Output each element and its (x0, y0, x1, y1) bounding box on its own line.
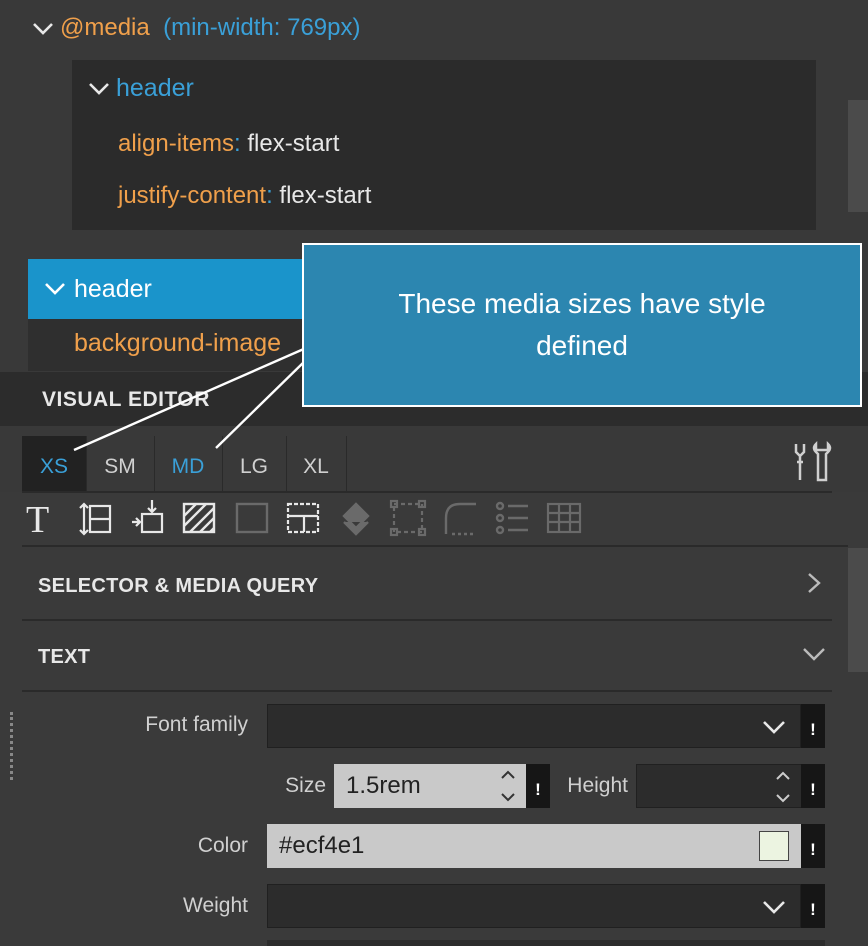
important-toggle[interactable]: ! (801, 884, 825, 928)
declaration-colon: : (234, 130, 241, 157)
stepper-icon[interactable] (500, 768, 516, 804)
chevron-down-icon (803, 648, 825, 661)
box-icon[interactable] (388, 496, 428, 540)
declaration-row[interactable]: align-items: flex-start (118, 130, 339, 158)
divider (22, 491, 832, 493)
declaration-property: background-image (74, 329, 282, 357)
breakpoint-label: SM (104, 455, 136, 478)
declaration-value: flex-start (247, 130, 340, 157)
section-selector-media-query[interactable]: SELECTOR & MEDIA QUERY (22, 549, 832, 621)
breakpoint-tab-sm[interactable]: SM (86, 436, 155, 492)
scrollbar-thumb[interactable] (848, 100, 868, 212)
flex-icon[interactable] (336, 496, 376, 540)
media-rule-header[interactable]: @media (min-width: 769px) (32, 14, 360, 42)
breakpoint-label: MD (171, 455, 205, 478)
section-title: SELECTOR & MEDIA QUERY (38, 575, 319, 597)
size-input[interactable]: 1.5rem (334, 764, 526, 808)
declaration-row[interactable]: justify-content: flex-start (118, 182, 371, 210)
breakpoint-tab-md[interactable]: MD (154, 436, 223, 492)
property-toolbar: T (20, 496, 620, 542)
tools-icon[interactable] (790, 440, 834, 484)
corner-radius-icon[interactable] (440, 496, 480, 540)
spacing-icon[interactable] (76, 496, 116, 540)
font-weight-select[interactable] (267, 884, 801, 928)
color-label: Color (197, 834, 248, 857)
chevron-down-icon (763, 901, 785, 914)
breakpoint-label: XL (303, 455, 329, 478)
list-icon[interactable] (492, 496, 532, 540)
resize-handle[interactable] (10, 712, 17, 780)
scrollbar-thumb[interactable] (848, 548, 868, 672)
table-icon[interactable] (544, 496, 584, 540)
media-keyword: @media (60, 14, 150, 41)
important-toggle[interactable]: ! (526, 764, 550, 808)
color-swatch[interactable] (759, 831, 789, 861)
important-toggle[interactable]: ! (801, 764, 825, 808)
selected-rule-selector: header (74, 275, 152, 303)
color-input[interactable]: #ecf4e1 (267, 824, 801, 868)
stepper-icon[interactable] (775, 769, 791, 805)
section-text[interactable]: TEXT (22, 620, 832, 692)
size-value: 1.5rem (346, 772, 421, 799)
tooltip-text-line: defined (536, 330, 628, 361)
divider (22, 545, 848, 547)
breakpoint-tab-xl[interactable]: XL (286, 436, 347, 492)
next-field-edge (267, 940, 825, 946)
text-icon[interactable]: T (22, 496, 62, 540)
weight-label: Weight (183, 894, 248, 917)
chevron-right-icon (808, 573, 821, 593)
font-family-select[interactable] (267, 704, 801, 748)
breakpoint-label: XS (39, 455, 68, 478)
height-label: Height (567, 774, 628, 797)
declaration-colon: : (266, 182, 273, 209)
size-label: Size (285, 774, 326, 797)
declaration-value: flex-start (279, 182, 372, 209)
position-icon[interactable] (128, 496, 168, 540)
declaration-row[interactable]: background-image (28, 319, 328, 371)
section-title: TEXT (38, 646, 91, 668)
chevron-down-icon (45, 283, 65, 295)
media-query: (min-width: 769px) (163, 14, 361, 41)
breakpoint-tab-xs[interactable]: XS (22, 436, 87, 492)
font-family-label: Font family (145, 713, 248, 736)
tooltip-callout: These media sizes have style defined (302, 243, 862, 407)
breakpoint-tab-lg[interactable]: LG (222, 436, 287, 492)
selected-rule-row[interactable]: header (28, 259, 328, 319)
layout-icon[interactable] (284, 496, 324, 540)
background-icon[interactable] (180, 496, 220, 540)
line-height-input[interactable] (636, 764, 802, 808)
tooltip-text-line: These media sizes have style (398, 288, 766, 319)
chevron-down-icon (89, 83, 109, 96)
border-icon[interactable] (232, 496, 272, 540)
breakpoint-label: LG (239, 455, 268, 478)
svg-text:T: T (26, 499, 49, 540)
color-value: #ecf4e1 (279, 832, 365, 859)
chevron-down-icon (763, 721, 785, 734)
visual-editor-title: VISUAL EDITOR (42, 388, 210, 411)
important-toggle[interactable]: ! (801, 824, 825, 868)
chevron-down-icon (33, 22, 53, 35)
declaration-property: justify-content (118, 182, 267, 209)
breakpoint-bar: XS SM MD LG XL (0, 426, 868, 492)
declaration-property: align-items (118, 130, 235, 157)
selector-label: header (116, 74, 194, 102)
rule-selector[interactable]: header (88, 74, 194, 103)
important-toggle[interactable]: ! (801, 704, 825, 748)
